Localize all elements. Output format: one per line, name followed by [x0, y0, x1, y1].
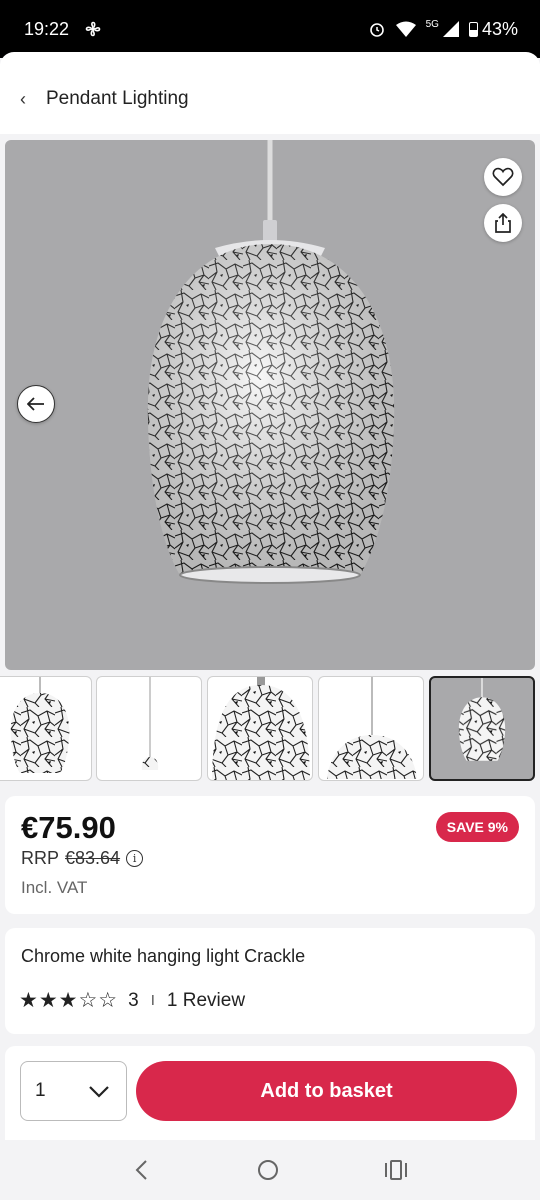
product-price: €75.90: [21, 810, 116, 845]
page-title[interactable]: Pendant Lighting: [46, 88, 189, 110]
thumbnail-5[interactable]: [429, 676, 535, 781]
lamp-illustration: [147, 140, 395, 584]
stars-filled: ★★★: [19, 989, 79, 1012]
thumbnail-image: [458, 678, 506, 761]
thumbnail-image: [141, 677, 159, 770]
share-icon: [495, 213, 511, 233]
purchase-bar: 1 Add to basket: [5, 1046, 535, 1140]
network-type: 5G: [425, 18, 439, 30]
back-chevron-icon[interactable]: ‹: [20, 89, 46, 110]
rrp-row: RRP €83.64 i: [21, 848, 144, 869]
fan-icon: [85, 21, 101, 37]
nav-home-icon[interactable]: [257, 1159, 279, 1181]
quantity-select[interactable]: 1: [20, 1061, 127, 1121]
system-nav-bar: [0, 1140, 540, 1200]
rrp-price: €83.64: [65, 848, 121, 868]
thumbnail-1[interactable]: [0, 676, 92, 781]
battery-level: 43%: [481, 18, 518, 39]
heart-icon: [492, 167, 514, 187]
arrow-left-icon: [27, 397, 44, 411]
thumbnail-strip: [0, 676, 540, 782]
vat-note: Incl. VAT: [21, 878, 88, 897]
product-name: Chrome white hanging light Crackle: [21, 946, 306, 966]
product-image[interactable]: [5, 140, 535, 670]
rating-value: 3: [128, 989, 139, 1011]
stars-empty: ☆☆: [78, 989, 119, 1012]
rrp-label: RRP: [21, 848, 60, 868]
alarm-icon: [369, 23, 384, 37]
rating-separator: I: [150, 992, 155, 1009]
nav-recents-icon[interactable]: [384, 1160, 408, 1180]
thumbnail-4[interactable]: [318, 676, 424, 781]
thumbnail-2[interactable]: [96, 676, 202, 781]
product-info-card: Chrome white hanging light Crackle ★★★☆☆…: [5, 928, 535, 1034]
status-bar: 19:22 5G 43%: [0, 0, 540, 58]
battery-icon: [468, 21, 478, 37]
status-time: 19:22: [24, 18, 70, 39]
share-button[interactable]: [484, 204, 522, 242]
thumbnail-image: [212, 677, 310, 780]
star-rating: ★★★☆☆: [19, 988, 118, 1013]
nav-back-icon[interactable]: [132, 1159, 152, 1181]
rating-row[interactable]: ★★★☆☆ 3 I 1 Review: [19, 988, 245, 1013]
price-card: €75.90 RRP €83.64 i Incl. VAT SAVE 9%: [5, 796, 535, 914]
page-header: ‹ Pendant Lighting: [0, 64, 540, 134]
wifi-icon: [395, 21, 416, 37]
thumbnail-3[interactable]: [207, 676, 313, 781]
info-icon[interactable]: i: [126, 850, 144, 867]
save-badge: SAVE 9%: [435, 812, 519, 842]
previous-image-button[interactable]: [17, 385, 55, 423]
quantity-value: 1: [35, 1080, 46, 1101]
thumbnail-image: [327, 677, 417, 779]
favourite-button[interactable]: [484, 158, 522, 196]
add-to-basket-button[interactable]: Add to basket: [136, 1061, 517, 1121]
chevron-down-icon: [89, 1086, 109, 1098]
review-count-link[interactable]: 1 Review: [167, 990, 245, 1012]
signal-icon: [442, 21, 459, 37]
thumbnail-image: [10, 677, 70, 773]
